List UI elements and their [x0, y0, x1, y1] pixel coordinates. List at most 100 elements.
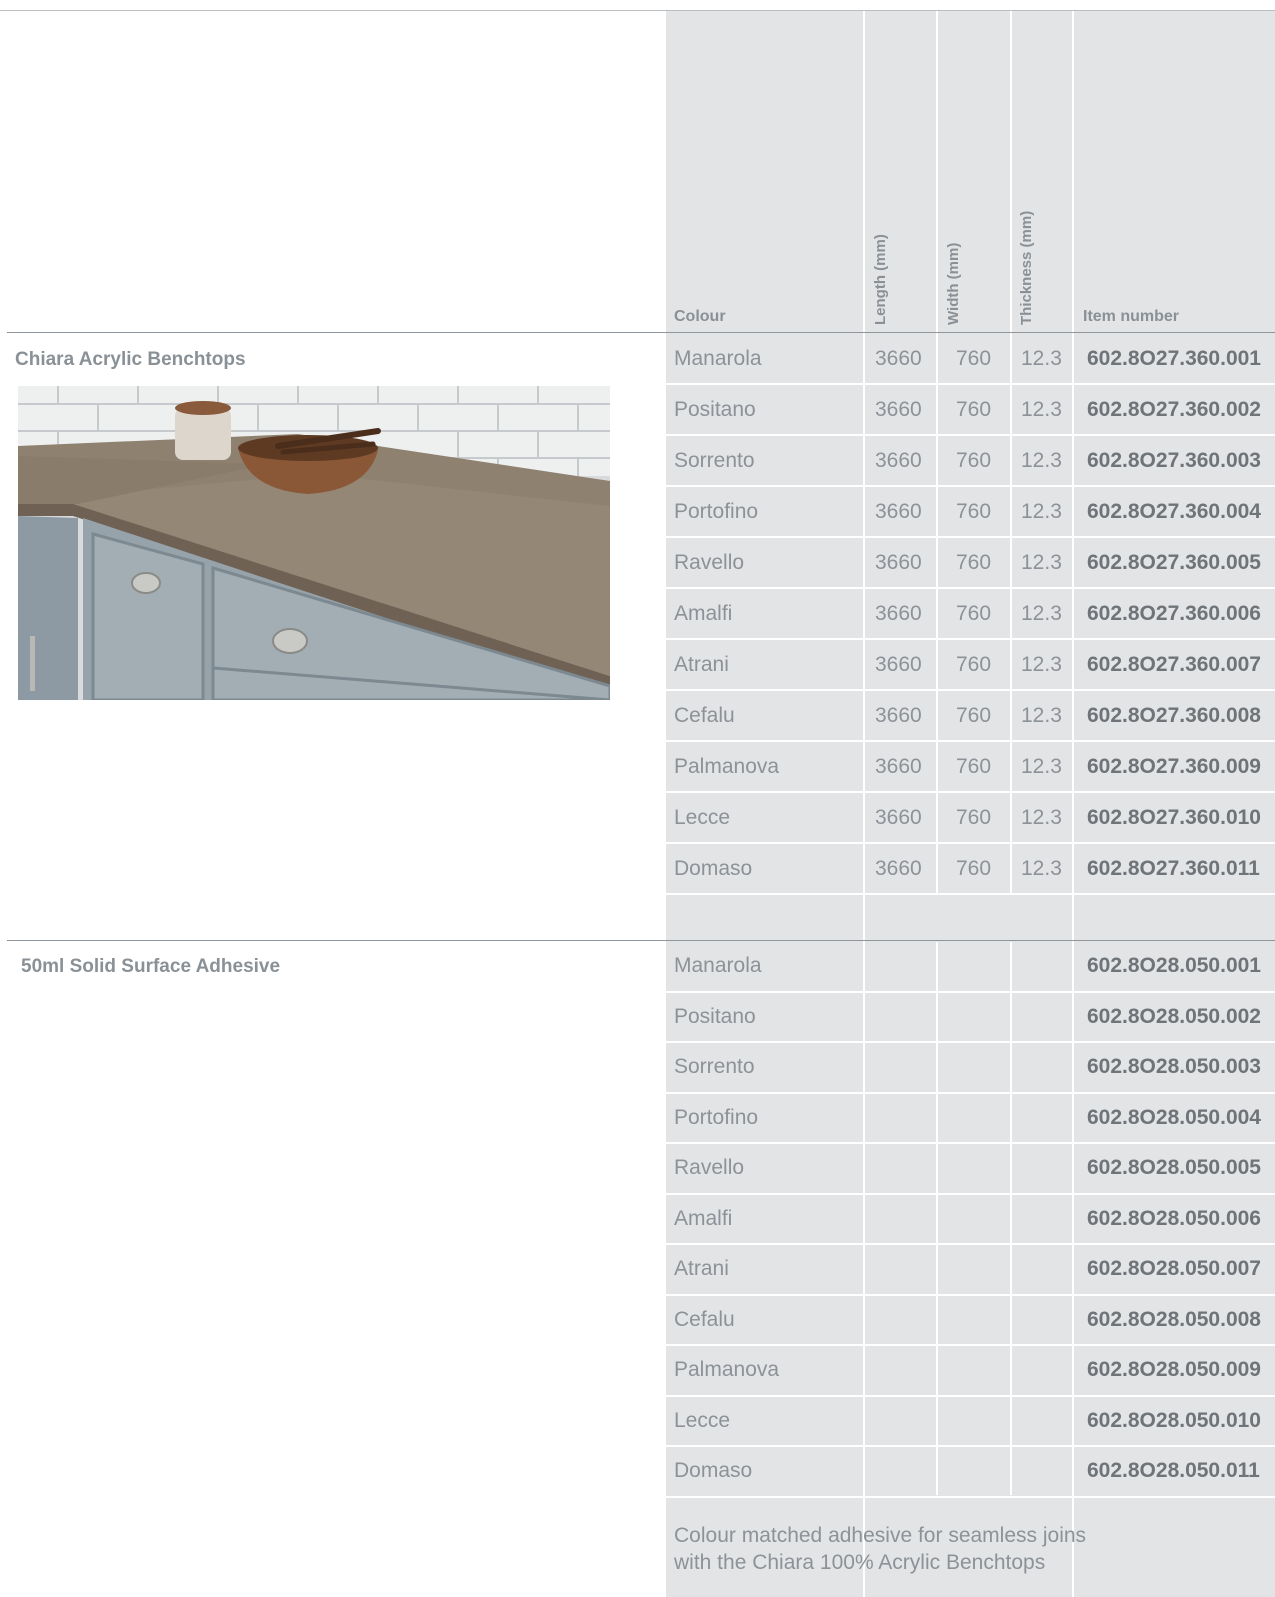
length-cell: 3660	[875, 857, 922, 880]
note-line: with the Chiara 100% Acrylic Benchtops	[674, 1551, 1046, 1574]
width-cell: 760	[956, 449, 992, 472]
item-number-cell: 602.8O27.360.009	[1087, 755, 1261, 778]
thickness-cell: 12.3	[1021, 551, 1062, 574]
item-number-cell: 602.8O27.360.002	[1087, 398, 1261, 421]
item-number-cell: 602.8O28.050.002	[1087, 1004, 1261, 1028]
colour-cell: Domaso	[674, 1459, 753, 1482]
table-row: Ravello 602.8O28.050.005	[666, 1144, 1275, 1195]
item-number-cell: 602.8O27.360.006	[1087, 602, 1261, 625]
colour-cell: Positano	[674, 1004, 756, 1028]
table-row: Positano 602.8O28.050.002	[666, 993, 1275, 1043]
table-row: Lecce 3660 760 12.3 602.8O27.360.010	[666, 793, 1275, 844]
item-number-cell: 602.8O28.050.004	[1087, 1105, 1261, 1129]
thickness-cell: 12.3	[1021, 704, 1062, 727]
length-cell: 3660	[875, 806, 922, 829]
table-row: Lecce 602.8O28.050.010	[666, 1397, 1275, 1447]
header-colour: Colour	[674, 308, 726, 325]
row-separator	[666, 893, 1275, 895]
length-cell: 3660	[875, 755, 922, 778]
colour-cell: Portofino	[674, 500, 759, 523]
section-title-benchtops: Chiara Acrylic Benchtops	[15, 349, 246, 370]
item-number-cell: 602.8O27.360.011	[1087, 857, 1260, 880]
photo-illustration	[18, 386, 610, 700]
width-cell: 760	[956, 857, 992, 880]
item-number-cell: 602.8O27.360.010	[1087, 806, 1261, 829]
table-row: Palmanova 3660 760 12.3 602.8O27.360.009	[666, 742, 1275, 793]
thickness-cell: 12.3	[1021, 500, 1062, 523]
table-row: Portofino 602.8O28.050.004	[666, 1094, 1275, 1144]
colour-cell: Cefalu	[674, 704, 735, 727]
colour-cell: Amalfi	[674, 1206, 733, 1230]
thickness-cell: 12.3	[1021, 806, 1062, 829]
table-row: Atrani 602.8O28.050.007	[666, 1245, 1275, 1296]
item-number-cell: 602.8O27.360.004	[1087, 500, 1261, 523]
item-number-cell: 602.8O28.050.010	[1087, 1408, 1261, 1432]
thickness-cell: 12.3	[1021, 449, 1062, 472]
table-row: Sorrento 602.8O28.050.003	[666, 1043, 1275, 1094]
width-cell: 760	[956, 755, 992, 778]
item-number-cell: 602.8O28.050.003	[1087, 1055, 1261, 1078]
thickness-cell: 12.3	[1021, 347, 1062, 370]
table-row: Cefalu 602.8O28.050.008	[666, 1296, 1275, 1346]
colour-cell: Palmanova	[674, 1358, 780, 1381]
kitchen-benchtop-photo	[18, 386, 610, 700]
thickness-cell: 12.3	[1021, 653, 1062, 676]
thickness-cell: 12.3	[1021, 602, 1062, 625]
width-cell: 760	[956, 398, 992, 421]
item-number-cell: 602.8O28.050.009	[1087, 1358, 1261, 1381]
colour-cell: Lecce	[674, 1408, 731, 1432]
row-separator	[666, 1495, 1275, 1498]
colour-cell: Ravello	[674, 1156, 745, 1179]
width-cell: 760	[956, 602, 992, 625]
colour-cell: Sorrento	[674, 1055, 755, 1078]
length-cell: 3660	[875, 551, 922, 574]
item-number-cell: 602.8O28.050.006	[1087, 1206, 1261, 1230]
table-row: Domaso 3660 760 12.3 602.8O27.360.011	[666, 844, 1275, 895]
colour-cell: Palmanova	[674, 755, 780, 778]
section-divider	[7, 332, 1275, 333]
table-row: Palmanova 602.8O28.050.009	[666, 1346, 1275, 1397]
thickness-cell: 12.3	[1021, 857, 1062, 880]
width-cell: 760	[956, 704, 992, 727]
colour-cell: Domaso	[674, 857, 753, 880]
item-number-cell: 602.8O27.360.007	[1087, 653, 1261, 676]
header-length: Length (mm)	[872, 234, 889, 325]
colour-cell: Cefalu	[674, 1307, 735, 1331]
colour-cell: Atrani	[674, 1257, 729, 1280]
table-row: Cefalu 3660 760 12.3 602.8O27.360.008	[666, 691, 1275, 742]
table-row: Domaso 602.8O28.050.011	[666, 1447, 1275, 1498]
item-number-cell: 602.8O28.050.011	[1087, 1459, 1260, 1482]
item-number-cell: 602.8O28.050.005	[1087, 1156, 1261, 1179]
length-cell: 3660	[875, 704, 922, 727]
section-title-adhesive: 50ml Solid Surface Adhesive	[21, 956, 281, 977]
colour-cell: Amalfi	[674, 602, 733, 625]
width-cell: 760	[956, 806, 992, 829]
adhesive-note: Colour matched adhesive for seamless joi…	[674, 1522, 1086, 1576]
length-cell: 3660	[875, 398, 922, 421]
table-row: Sorrento 3660 760 12.3 602.8O27.360.003	[666, 436, 1275, 487]
thickness-cell: 12.3	[1021, 398, 1062, 421]
item-number-cell: 602.8O28.050.001	[1087, 954, 1261, 977]
header-item-number: Item number	[1083, 308, 1180, 325]
colour-cell: Manarola	[674, 347, 762, 370]
table-row: Ravello 3660 760 12.3 602.8O27.360.005	[666, 538, 1275, 589]
table-row: Amalfi 602.8O28.050.006	[666, 1195, 1275, 1245]
table-row: Manarola 3660 760 12.3 602.8O27.360.001	[666, 334, 1275, 385]
length-cell: 3660	[875, 347, 922, 370]
length-cell: 3660	[875, 602, 922, 625]
colour-cell: Positano	[674, 398, 756, 421]
colour-cell: Ravello	[674, 551, 745, 574]
section-divider	[7, 940, 1275, 941]
item-number-cell: 602.8O27.360.005	[1087, 551, 1261, 574]
width-cell: 760	[956, 653, 992, 676]
note-line: Colour matched adhesive for seamless joi…	[674, 1524, 1087, 1547]
width-cell: 760	[956, 500, 992, 523]
item-number-cell: 602.8O27.360.001	[1087, 347, 1261, 370]
length-cell: 3660	[875, 500, 922, 523]
table-row: Portofino 3660 760 12.3 602.8O27.360.004	[666, 487, 1275, 538]
thickness-cell: 12.3	[1021, 755, 1062, 778]
item-number-cell: 602.8O28.050.008	[1087, 1307, 1261, 1331]
table-row: Manarola 602.8O28.050.001	[666, 942, 1275, 993]
table-row: Amalfi 3660 760 12.3 602.8O27.360.006	[666, 589, 1275, 640]
table-row: Atrani 3660 760 12.3 602.8O27.360.007	[666, 640, 1275, 691]
